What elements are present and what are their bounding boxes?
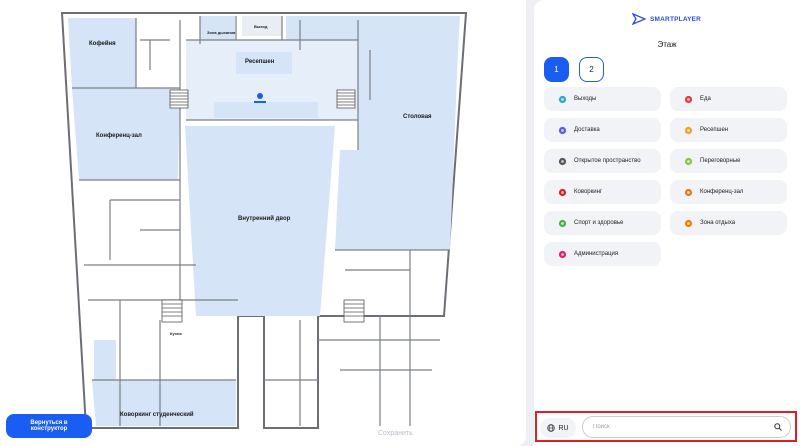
category-label: Зона отдыха <box>700 220 736 226</box>
sport-icon <box>558 219 567 228</box>
room-label-conference[interactable]: Конференц-зал <box>96 133 142 139</box>
bottom-bar: RU <box>534 410 800 446</box>
category-delivery[interactable]: Доставка <box>544 118 661 142</box>
floor-button-1[interactable]: 1 <box>544 57 569 82</box>
admin-icon <box>558 250 567 259</box>
food-icon <box>684 95 693 104</box>
category-label: Доставка <box>574 127 600 133</box>
language-code: RU <box>558 424 569 432</box>
floor-button-2[interactable]: 2 <box>579 57 604 82</box>
category-label: Ресепшен <box>700 127 729 133</box>
search-bar[interactable] <box>582 416 791 438</box>
category-label: Конференц-зал <box>700 189 744 195</box>
exit-icon <box>558 95 567 104</box>
category-label: Спорт и здоровье <box>574 220 624 226</box>
sidebar: SMARTPLAYER Этаж 1 2 Выходы Еда Доставка Ре… <box>534 0 800 446</box>
room-label-reception[interactable]: Ресепшен <box>245 59 274 65</box>
category-admin[interactable]: Администрация <box>544 242 661 266</box>
language-selector[interactable]: RU <box>540 418 576 438</box>
room-label-hygiene[interactable]: Зона дыхания <box>207 30 235 35</box>
room-label-courtyard[interactable]: Внутренний двор <box>238 216 290 222</box>
room-label-coworking-students[interactable]: Коворкинг студенческий <box>120 412 194 418</box>
conference-icon <box>684 188 693 197</box>
category-rest[interactable]: Зона отдыха <box>670 211 787 235</box>
brand-logo: SMARTPLAYER <box>632 13 701 25</box>
delivery-icon <box>558 126 567 135</box>
back-to-constructor-button[interactable]: Вернуться в конструктор <box>6 414 92 438</box>
category-label: Открытое пространство <box>574 158 641 164</box>
coworking-icon <box>558 188 567 197</box>
category-label: Администрация <box>574 251 619 257</box>
category-label: Переговорные <box>700 158 741 164</box>
rest-icon <box>684 219 693 228</box>
smartplayer-logo-icon <box>632 13 646 25</box>
category-food[interactable]: Еда <box>670 87 787 111</box>
category-conference[interactable]: Конференц-зал <box>670 180 787 204</box>
map-panel[interactable]: Кофейня Выход Зона дыхания Ресепшен Стол… <box>0 0 526 446</box>
brand-name: SMARTPLAYER <box>650 15 702 23</box>
room-label-kitchen[interactable]: Кухня <box>170 331 182 336</box>
room-label-exit[interactable]: Выход <box>254 24 267 29</box>
room-label-canteen[interactable]: Столовая <box>403 114 432 120</box>
meeting-icon <box>684 157 693 166</box>
category-label: Коворкинг <box>574 189 603 195</box>
save-link[interactable]: Сохранить <box>378 430 413 437</box>
category-open-space[interactable]: Открытое пространство <box>544 149 661 173</box>
reception-icon <box>684 126 693 135</box>
open-space-icon <box>558 157 567 166</box>
room-label-cafe[interactable]: Кофейня <box>89 41 116 47</box>
search-icon[interactable] <box>774 423 782 431</box>
category-label: Выходы <box>574 96 597 102</box>
category-exit[interactable]: Выходы <box>544 87 661 111</box>
search-input[interactable] <box>591 423 755 431</box>
category-meeting[interactable]: Переговорные <box>670 149 787 173</box>
floor-title: Этаж <box>657 40 677 49</box>
category-label: Еда <box>700 96 711 102</box>
category-reception[interactable]: Ресепшен <box>670 118 787 142</box>
globe-icon <box>547 424 556 432</box>
category-sport[interactable]: Спорт и здоровье <box>544 211 661 235</box>
category-coworking[interactable]: Коворкинг <box>544 180 661 204</box>
floor-plan-map[interactable] <box>0 0 526 446</box>
